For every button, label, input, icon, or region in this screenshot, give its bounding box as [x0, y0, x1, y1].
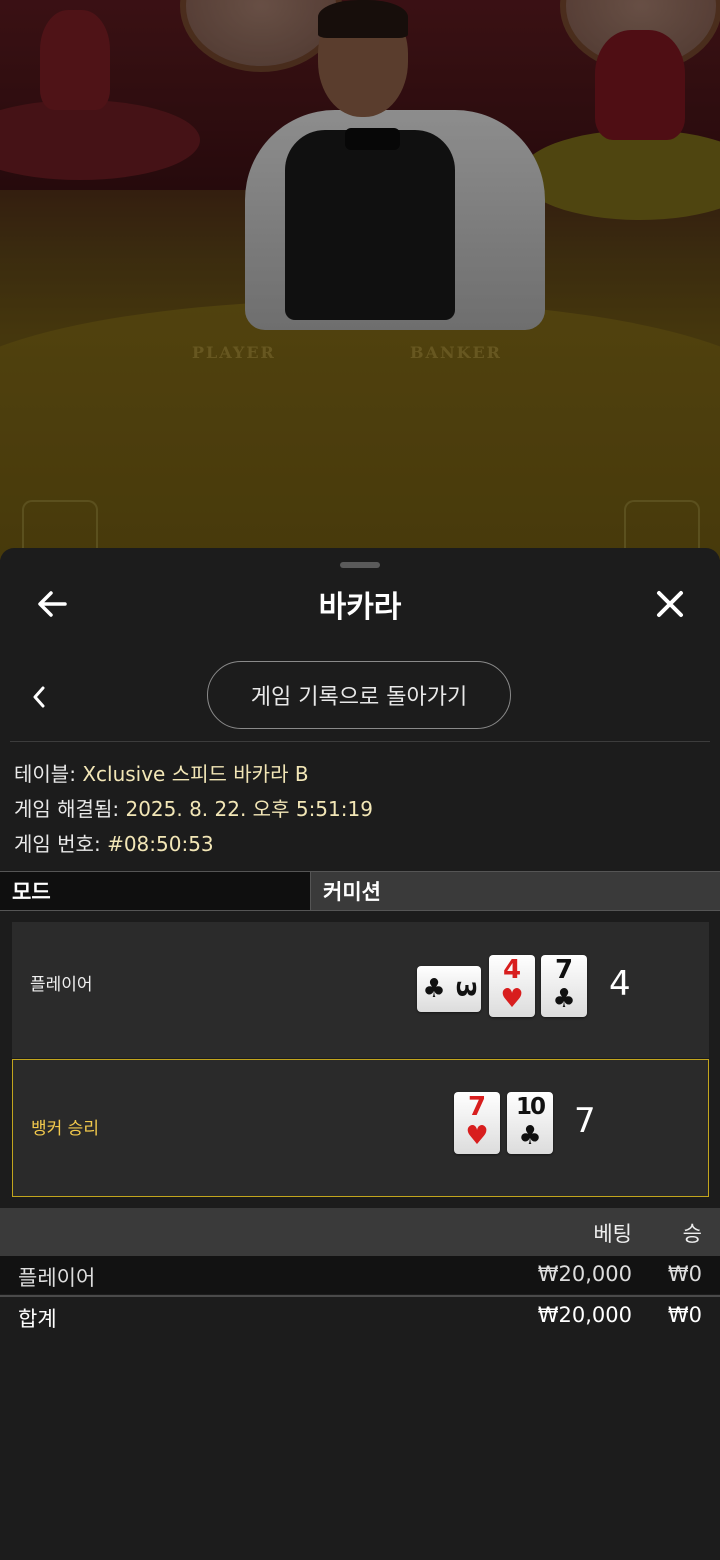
table-row: 플레이어 ₩20,000 ₩0: [0, 1256, 720, 1294]
tab-commission[interactable]: 커미션: [311, 872, 720, 910]
player-hand-row: 플레이어 3 ♣ 4 ♥ 7 ♣ 4: [12, 922, 709, 1058]
total-bet-amount: ₩20,000: [537, 1303, 632, 1327]
club-suit-icon: ♣: [422, 974, 446, 1004]
playing-card: 4 ♥: [489, 955, 535, 1017]
total-label: 합계: [18, 1307, 57, 1331]
close-button[interactable]: [650, 586, 690, 622]
player-hand-label: 플레이어: [30, 975, 93, 995]
playing-card: 3 ♣: [417, 966, 481, 1012]
previous-button[interactable]: [24, 680, 54, 714]
heart-suit-icon: ♥: [500, 984, 524, 1014]
total-win-amount: ₩0: [667, 1303, 702, 1327]
total-row: 합계 ₩20,000 ₩0: [0, 1295, 720, 1335]
chevron-left-icon: [33, 686, 45, 708]
table-info-label: 테이블:: [14, 762, 76, 786]
bet-column-header: 베팅: [593, 1222, 632, 1246]
close-icon: [657, 591, 683, 617]
resolved-info-label: 게임 해결됨:: [14, 797, 120, 821]
table-info: 테이블: Xclusive 스피드 바카라 B: [14, 758, 309, 787]
card-rank: 7: [467, 1092, 487, 1122]
card-rank: 7: [554, 955, 574, 985]
video-dim-overlay: [0, 0, 720, 560]
club-suit-icon: ♣: [518, 1121, 542, 1151]
back-to-history-button[interactable]: 게임 기록으로 돌아가기: [207, 661, 511, 729]
bet-amount: ₩20,000: [537, 1262, 632, 1286]
playing-card: 10 ♣: [507, 1092, 553, 1154]
card-rank: 10: [515, 1094, 546, 1120]
divider: [10, 741, 710, 742]
game-number-value: #08:50:53: [107, 832, 214, 856]
heart-suit-icon: ♥: [465, 1121, 489, 1151]
tab-bar: 모드 커미션: [0, 871, 720, 911]
player-score: 4: [609, 964, 631, 1004]
card-rank: 4: [502, 955, 522, 985]
win-amount: ₩0: [667, 1262, 702, 1286]
win-column-header: 승: [682, 1222, 702, 1246]
resolved-info: 게임 해결됨: 2025. 8. 22. 오후 5:51:19: [14, 793, 373, 822]
sheet-title: 바카라: [318, 590, 402, 625]
playing-card: 7 ♣: [541, 955, 587, 1017]
bet-name: 플레이어: [18, 1266, 96, 1290]
card-rank: 3: [450, 979, 480, 999]
resolved-info-value: 2025. 8. 22. 오후 5:51:19: [125, 797, 373, 821]
game-number-label: 게임 번호:: [14, 832, 101, 856]
banker-win-label: 뱅커 승리: [31, 1119, 99, 1139]
banker-score: 7: [574, 1101, 596, 1141]
club-suit-icon: ♣: [552, 984, 576, 1014]
banker-hand-row: 뱅커 승리 7 ♥ 10 ♣ 7: [12, 1059, 709, 1197]
live-video-feed: PLAYER BANKER: [0, 0, 720, 560]
tab-mode[interactable]: 모드: [0, 872, 311, 910]
game-number-info: 게임 번호: #08:50:53: [14, 828, 214, 857]
drag-handle[interactable]: [340, 562, 380, 568]
game-detail-sheet: 바카라 게임 기록으로 돌아가기 테이블: Xclusive 스피드 바카라 B…: [0, 548, 720, 1560]
table-info-value: Xclusive 스피드 바카라 B: [82, 762, 309, 786]
bets-table-header: 베팅 승: [0, 1208, 720, 1256]
playing-card: 7 ♥: [454, 1092, 500, 1154]
